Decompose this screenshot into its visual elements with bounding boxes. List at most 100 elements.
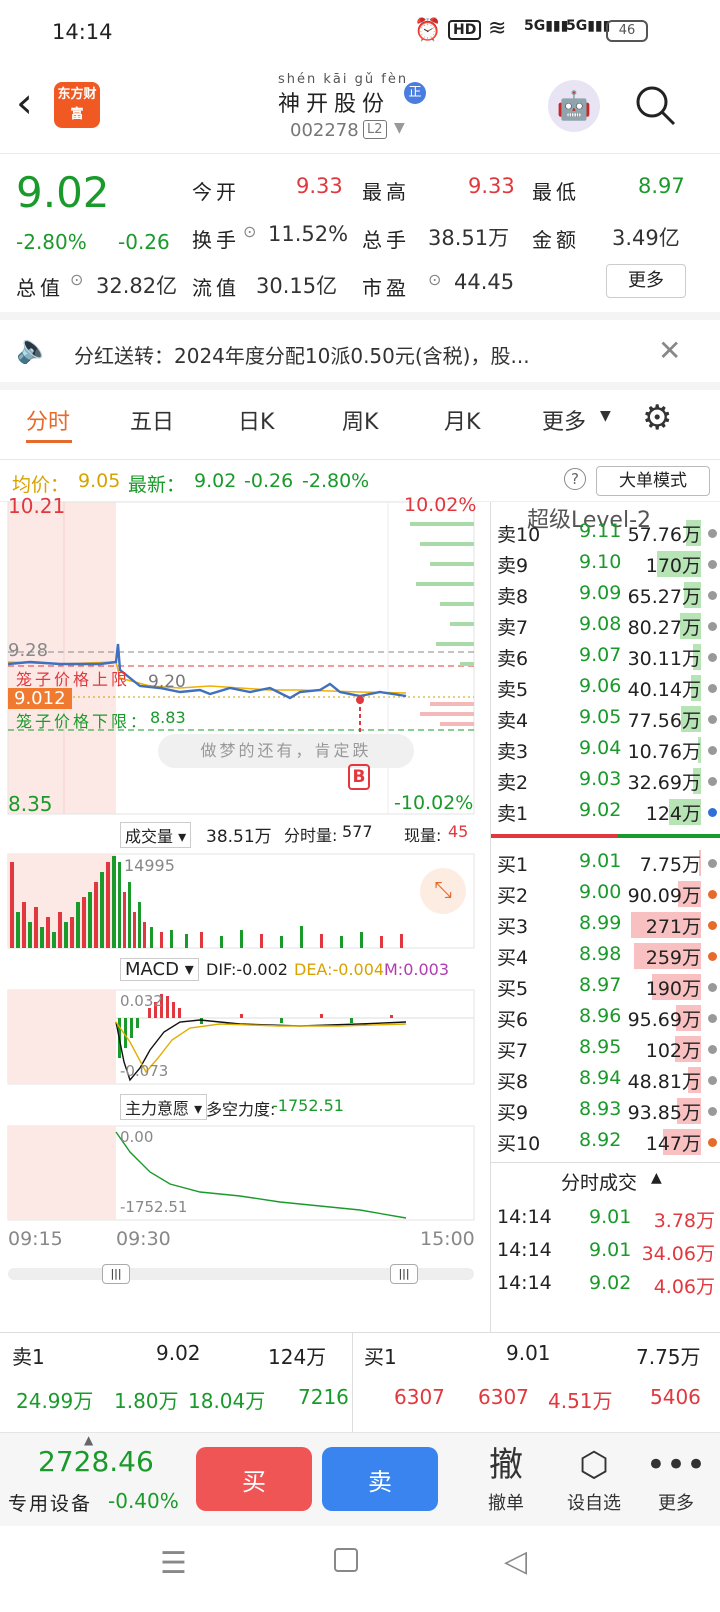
buy-marker[interactable]: B: [348, 764, 370, 790]
order-level-label: 卖3: [497, 741, 529, 763]
tab-day-k[interactable]: 日K: [238, 404, 274, 436]
bid-row[interactable]: 买1 9.01 7.75万: [491, 846, 720, 878]
volume-indicator-select[interactable]: 成交量 ▾: [120, 822, 192, 848]
order-price: 8.99: [579, 912, 622, 934]
add-watchlist-tool[interactable]: ⬡ 设自选: [554, 1441, 634, 1515]
sector-index-value[interactable]: 2728.46: [38, 1445, 154, 1478]
order-status-dot: [708, 1045, 717, 1054]
close-icon[interactable]: ✕: [658, 334, 681, 367]
tab-week-k[interactable]: 周K: [342, 404, 378, 436]
gear-icon[interactable]: ⚙: [642, 398, 672, 438]
ask-row[interactable]: 卖7 9.08 80.27万: [491, 609, 720, 641]
trade-volume: 4.06万: [653, 1276, 715, 1298]
ask-row[interactable]: 卖4 9.05 77.56万: [491, 702, 720, 734]
tab-month-k[interactable]: 月K: [444, 404, 480, 436]
search-icon[interactable]: [634, 84, 676, 126]
tab-more[interactable]: 更多: [542, 404, 586, 436]
order-level-label: 卖9: [497, 555, 529, 577]
order-volume: 124万: [645, 803, 701, 825]
chevron-up-icon[interactable]: ▲: [651, 1170, 662, 1186]
home-icon[interactable]: [334, 1548, 358, 1572]
time-start-label: 09:15: [8, 1228, 63, 1250]
more-quote-button[interactable]: 更多: [606, 264, 686, 298]
trades-title[interactable]: 分时成交: [561, 1168, 637, 1195]
change-pct: -2.80%: [16, 230, 87, 254]
expand-icon[interactable]: ⤡: [420, 868, 466, 914]
bid-row[interactable]: 买9 8.93 93.85万: [491, 1094, 720, 1126]
level2-panel: 超级Level-2 卖10 9.11 57.76万 卖9 9.10 170万 卖8 9.09 6…: [490, 502, 720, 1332]
order-volume: 190万: [645, 978, 701, 1000]
status-time: 14:14: [52, 20, 113, 44]
scroll-handle-left[interactable]: |||: [102, 1264, 130, 1284]
big-order-mode-button[interactable]: 大单模式: [596, 466, 710, 496]
order-status-dot: [708, 529, 717, 538]
bid-row[interactable]: 买6 8.96 95.69万: [491, 1001, 720, 1033]
info-icon[interactable]: ⊙: [243, 222, 256, 241]
bid-row[interactable]: 买4 8.98 259万: [491, 939, 720, 971]
turnover-value: 11.52%: [268, 222, 349, 246]
intraday-chart-area[interactable]: 10.21 10.02% 9.28 9.20 笼子价格上限 9.012 笼子价格…: [0, 494, 490, 1332]
scroll-handle-right[interactable]: |||: [390, 1264, 418, 1284]
order-price: 8.96: [579, 1005, 622, 1027]
bid-row[interactable]: 买3 8.99 271万: [491, 908, 720, 940]
order-level-label: 卖10: [497, 524, 541, 546]
level-badge[interactable]: L2: [363, 120, 387, 139]
ask-row[interactable]: 卖10 9.11 57.76万: [491, 516, 720, 548]
bottom-price-label: 8.35: [8, 792, 53, 816]
tab-intraday[interactable]: 分时: [26, 404, 70, 436]
order-status-dot: [708, 859, 717, 868]
ask-row[interactable]: 卖8 9.09 65.27万: [491, 578, 720, 610]
back-icon[interactable]: ‹: [16, 78, 33, 127]
volume-minute: 577: [342, 822, 373, 841]
time-end-label: 15:00: [420, 1228, 475, 1250]
chevron-down-icon[interactable]: ▼: [600, 408, 611, 424]
turnover-label: 换手: [192, 228, 240, 252]
help-icon[interactable]: ?: [564, 468, 586, 490]
chevron-down-icon[interactable]: ▼: [394, 120, 405, 136]
ask-row[interactable]: 卖9 9.10 170万: [491, 547, 720, 579]
bid-row[interactable]: 买8 8.94 48.81万: [491, 1063, 720, 1095]
order-volume: 77.56万: [627, 710, 701, 732]
order-price: 9.01: [579, 850, 622, 872]
sector-index-name[interactable]: 专用设备: [8, 1489, 92, 1516]
open-label: 今开: [192, 180, 240, 204]
ask-row[interactable]: 卖2 9.03 32.69万: [491, 764, 720, 796]
bid-row[interactable]: 买5 8.97 190万: [491, 970, 720, 1002]
tab-five-day[interactable]: 五日: [130, 404, 174, 436]
order-level-label: 买8: [497, 1071, 529, 1093]
macd-select[interactable]: MACD ▾: [120, 958, 199, 981]
bid-row[interactable]: 买2 9.00 90.09万: [491, 877, 720, 909]
order-volume: 170万: [645, 555, 701, 577]
cancel-order-tool[interactable]: 撤 撤单: [466, 1441, 546, 1515]
battery-icon: 46: [606, 20, 648, 42]
intraday-chart-svg: [7, 502, 475, 1280]
hd-icon: HD: [448, 20, 482, 40]
ask-row[interactable]: 卖5 9.06 40.14万: [491, 671, 720, 703]
app-logo-text: 东方财富: [57, 87, 97, 122]
info-icon[interactable]: ⊙: [428, 270, 441, 289]
more-tool[interactable]: ••• 更多: [636, 1441, 716, 1515]
order-level-label: 卖1: [497, 803, 529, 825]
info-icon[interactable]: ⊙: [70, 270, 83, 289]
sell-button[interactable]: 卖: [322, 1447, 438, 1511]
force-value: -1752.51: [272, 1096, 344, 1115]
order-status-dot: [708, 1014, 717, 1023]
ask-row[interactable]: 卖6 9.07 30.11万: [491, 640, 720, 672]
ask-row[interactable]: 卖3 9.04 10.76万: [491, 733, 720, 765]
robot-avatar-icon[interactable]: 🤖: [548, 80, 600, 132]
order-volume: 147万: [645, 1133, 701, 1155]
ask-row[interactable]: 卖1 9.02 124万: [491, 795, 720, 827]
order-status-dot: [708, 921, 717, 930]
back-nav-icon[interactable]: ◁: [504, 1544, 527, 1579]
order-volume: 102万: [645, 1040, 701, 1062]
price-summary-bar: 均价： 9.05 最新： 9.02 -0.26 -2.80% ? 大单模式: [0, 460, 720, 502]
bid-row[interactable]: 买10 8.92 147万: [491, 1125, 720, 1157]
order-price: 9.08: [579, 613, 622, 635]
bid-row[interactable]: 买7 8.95 102万: [491, 1032, 720, 1064]
cancel-glyph: 撤: [489, 1445, 523, 1485]
notice-bar[interactable]: 🔈 分红送转：2024年度分配10派0.50元(含税)，股... ✕: [0, 320, 720, 390]
menu-icon[interactable]: ☰: [160, 1546, 187, 1581]
main-force-select[interactable]: 主力意愿 ▾: [120, 1094, 208, 1120]
slogan-bubble[interactable]: 做梦的还有，肯定跌: [158, 734, 414, 768]
buy-button[interactable]: 买: [196, 1447, 312, 1511]
